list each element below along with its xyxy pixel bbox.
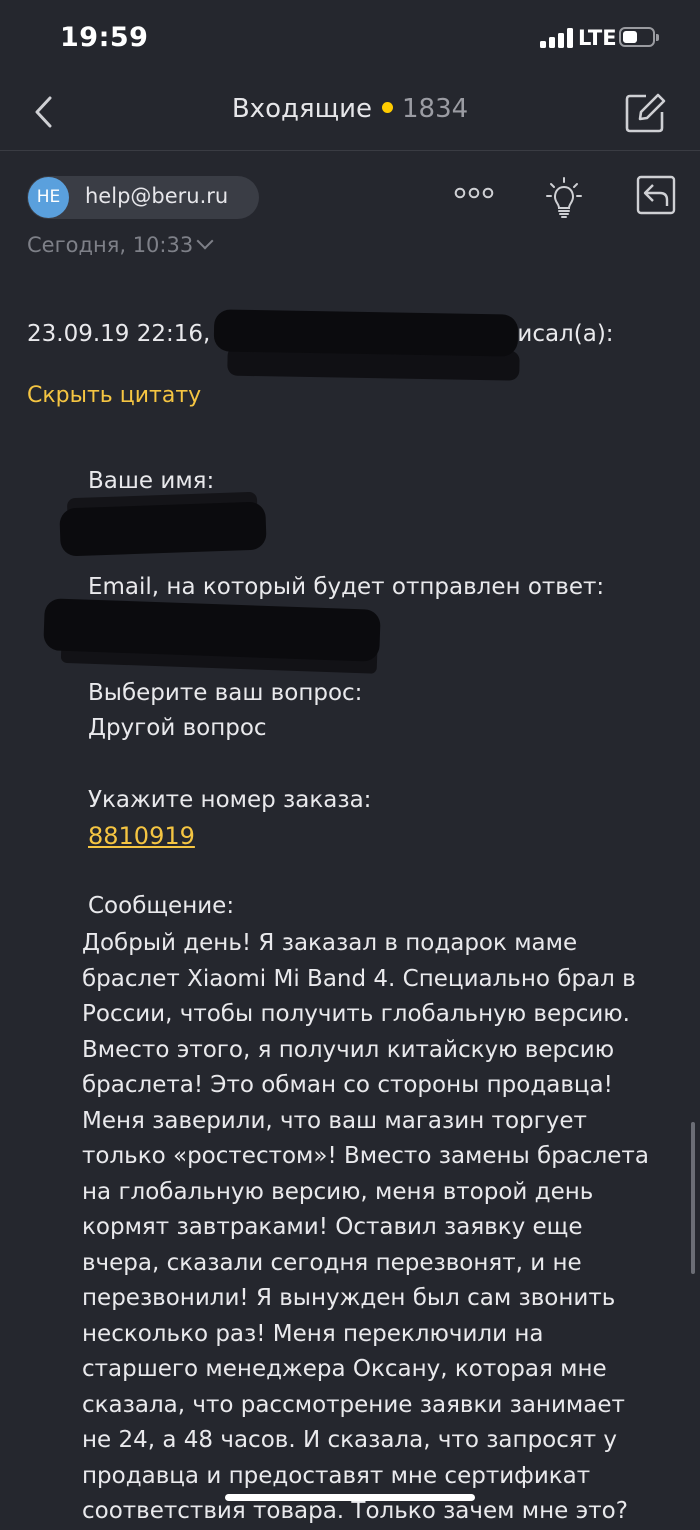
folder-title: Входящие 1834 (0, 94, 700, 124)
question-label: Выберите ваш вопрос: (88, 680, 363, 706)
scrollbar[interactable] (691, 1122, 695, 1274)
message-body: Добрый день! Я заказал в подарок маме бр… (82, 930, 649, 1524)
question-value: Другой вопрос (88, 715, 267, 741)
message-label: Сообщение: (88, 893, 235, 919)
folder-name: Входящие (231, 94, 372, 124)
sender-chip[interactable]: HE help@beru.ru (27, 176, 259, 219)
battery-icon (619, 27, 659, 47)
hide-quote-link[interactable]: Скрыть цитату (27, 383, 201, 408)
order-number-link[interactable]: 8810919 (88, 822, 195, 850)
bulb-icon[interactable] (546, 174, 582, 220)
network-type: LTE (578, 26, 617, 50)
redaction-scribble (213, 309, 519, 357)
redaction-scribble (59, 501, 267, 557)
avatar: HE (28, 177, 69, 218)
sender-email: help@beru.ru (85, 184, 229, 208)
email-date[interactable]: Сегодня, 10:33 (27, 232, 214, 257)
order-label: Укажите номер заказа: (88, 787, 372, 813)
name-label: Ваше имя: (88, 468, 215, 494)
unread-dot-icon (381, 102, 393, 113)
email-label: Email, на который будет отправлен ответ: (88, 574, 605, 600)
date-text: Сегодня, 10:33 (27, 233, 194, 257)
more-icon[interactable] (454, 186, 494, 200)
status-bar: 19:59 LTE (0, 0, 700, 80)
quote-suffix: писал(а): (502, 321, 614, 347)
quote-date: 23.09.19 22:16, (27, 321, 211, 347)
redaction-scribble (43, 598, 381, 662)
home-indicator[interactable] (225, 1494, 475, 1501)
nav-bar: Входящие 1834 (0, 80, 700, 151)
signal-icon (540, 28, 573, 48)
compose-icon[interactable] (624, 92, 666, 134)
unread-count: 1834 (401, 94, 469, 124)
chevron-down-icon (196, 232, 214, 250)
status-time: 19:59 (60, 22, 149, 53)
reply-icon[interactable] (636, 175, 676, 215)
